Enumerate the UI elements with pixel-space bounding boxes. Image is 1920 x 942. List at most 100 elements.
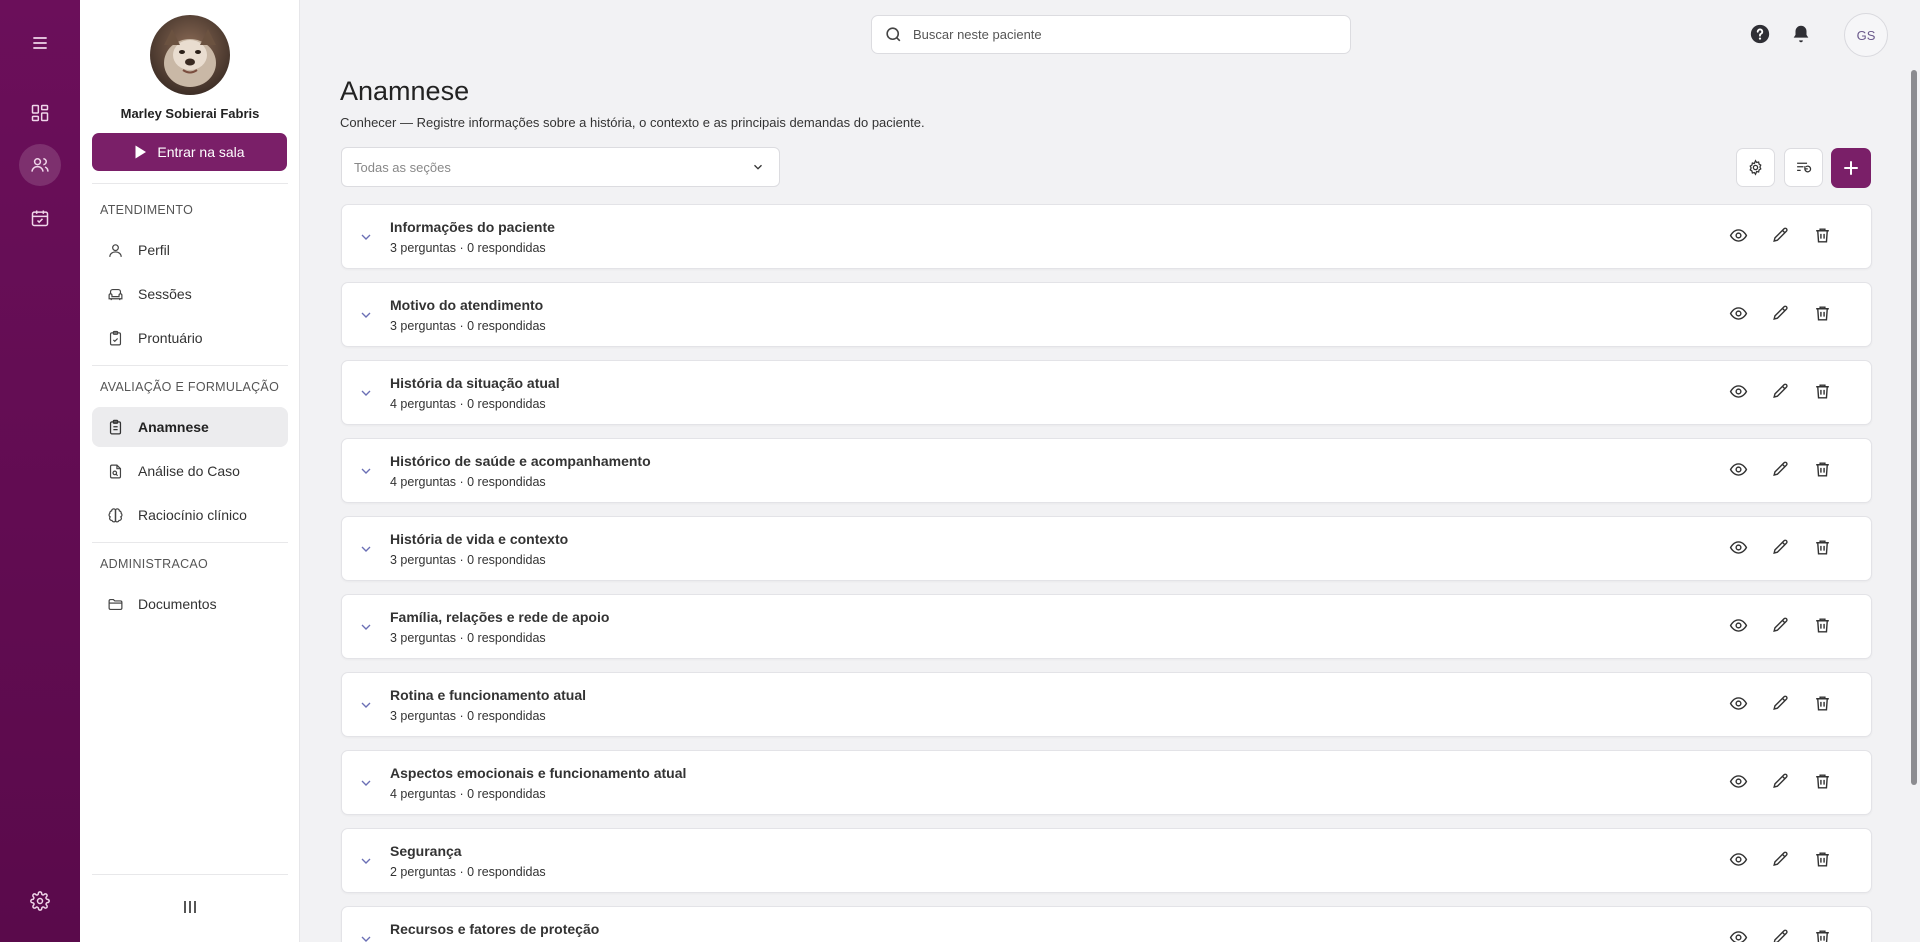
trash-icon [1816,540,1829,555]
section-filter-select[interactable]: Todas as seções [341,147,780,187]
settings-button[interactable] [1736,148,1775,187]
delete-button[interactable] [1813,928,1835,942]
sidebar-item-analise-caso[interactable]: Análise do Caso [92,451,288,491]
delete-button[interactable] [1813,694,1835,716]
gear-icon[interactable] [19,880,61,922]
section-meta: 3 perguntas · 0 respondidas [390,319,546,333]
sidebar-item-prontuario[interactable]: Prontuário [92,318,288,358]
view-button[interactable] [1729,616,1751,638]
edit-button[interactable] [1771,616,1793,638]
edit-button[interactable] [1771,850,1793,872]
pencil-icon [1773,851,1788,867]
pencil-icon [1773,539,1788,555]
sidebar-item-anamnese[interactable]: Anamnese [92,407,288,447]
view-button[interactable] [1729,226,1751,248]
chevron-down-icon[interactable] [358,307,374,323]
chevron-down-icon[interactable] [358,541,374,557]
section-card[interactable]: Família, relações e rede de apoio 3 perg… [341,594,1872,659]
sidebar-item-perfil[interactable]: Perfil [92,230,288,270]
enter-room-button[interactable]: Entrar na sala [92,133,287,171]
section-card[interactable]: Informações do paciente 3 perguntas · 0 … [341,204,1872,269]
folder-icon [108,598,123,610]
section-card[interactable]: Recursos e fatores de proteção [341,906,1872,942]
delete-button[interactable] [1813,226,1835,248]
patients-icon[interactable] [19,144,61,186]
delete-button[interactable] [1813,382,1835,404]
edit-button[interactable] [1771,304,1793,326]
edit-button[interactable] [1771,772,1793,794]
clipboard-icon [109,330,122,345]
chevron-down-icon[interactable] [358,463,374,479]
pencil-icon [1773,227,1788,243]
list-restart-icon [1797,162,1812,173]
edit-button[interactable] [1771,538,1793,560]
eye-icon [1729,463,1748,476]
section-card[interactable]: História da situação atual 4 perguntas ·… [341,360,1872,425]
dashboard-icon[interactable] [19,92,61,134]
sidebar-item-label: Sessões [138,286,192,302]
divider [92,183,288,184]
delete-button[interactable] [1813,616,1835,638]
chevron-down-icon[interactable] [358,619,374,635]
view-button[interactable] [1729,460,1751,482]
chevron-down-icon[interactable] [358,775,374,791]
view-button[interactable] [1729,772,1751,794]
sidebar-item-sessoes[interactable]: Sessões [92,274,288,314]
edit-button[interactable] [1771,928,1793,942]
view-button[interactable] [1729,850,1751,872]
menu-icon[interactable] [19,22,61,64]
view-button[interactable] [1729,538,1751,560]
section-title: História de vida e contexto [390,531,569,547]
divider [92,365,288,366]
section-card[interactable]: Histórico de saúde e acompanhamento 4 pe… [341,438,1872,503]
chevron-down-icon [754,164,762,170]
delete-button[interactable] [1813,460,1835,482]
view-button[interactable] [1729,304,1751,326]
section-card[interactable]: Rotina e funcionamento atual 3 perguntas… [341,672,1872,737]
user-menu-avatar[interactable]: GS [1844,13,1888,57]
edit-button[interactable] [1771,226,1793,248]
eye-icon [1729,541,1748,554]
delete-button[interactable] [1813,850,1835,872]
help-icon[interactable] [1749,23,1771,45]
delete-button[interactable] [1813,538,1835,560]
view-button[interactable] [1729,694,1751,716]
edit-button[interactable] [1771,460,1793,482]
view-button[interactable] [1729,928,1751,942]
section-card[interactable]: Aspectos emocionais e funcionamento atua… [341,750,1872,815]
chevron-down-icon[interactable] [358,853,374,869]
view-button[interactable] [1729,382,1751,404]
sidebar-item-raciocinio[interactable]: Raciocínio clínico [92,495,288,535]
section-card[interactable]: Segurança 2 perguntas · 0 respondidas [341,828,1872,893]
delete-button[interactable] [1813,304,1835,326]
sidebar-item-documentos[interactable]: Documentos [92,584,288,624]
section-title: Rotina e funcionamento atual [390,687,587,703]
reorder-button[interactable] [1784,148,1823,187]
section-card[interactable]: História de vida e contexto 3 perguntas … [341,516,1872,581]
section-meta: 4 perguntas · 0 respondidas [390,787,546,801]
add-section-button[interactable] [1831,148,1871,188]
chevron-down-icon[interactable] [358,229,374,245]
calendar-icon[interactable] [19,197,61,239]
section-meta: 3 perguntas · 0 respondidas [390,709,546,723]
section-title: Família, relações e rede de apoio [390,609,610,625]
chevron-down-icon[interactable] [358,931,374,942]
divider [92,874,288,875]
edit-button[interactable] [1771,694,1793,716]
edit-button[interactable] [1771,382,1793,404]
trash-icon [1816,462,1829,477]
search-input[interactable] [913,27,1313,42]
patient-search [871,15,1351,54]
scrollbar[interactable] [1911,70,1917,785]
collapse-sidebar-icon[interactable] [181,899,199,915]
section-card[interactable]: Motivo do atendimento 3 perguntas · 0 re… [341,282,1872,347]
chevron-down-icon[interactable] [358,385,374,401]
pencil-icon [1773,773,1788,789]
sidebar-item-label: Anamnese [138,419,209,435]
chevron-down-icon[interactable] [358,697,374,713]
delete-button[interactable] [1813,772,1835,794]
sidebar-item-label: Documentos [138,596,217,612]
section-title-avaliacao: AVALIAÇÃO E FORMULAÇÃO [100,380,280,394]
bell-icon[interactable] [1790,23,1812,45]
file-search-icon [109,464,122,478]
